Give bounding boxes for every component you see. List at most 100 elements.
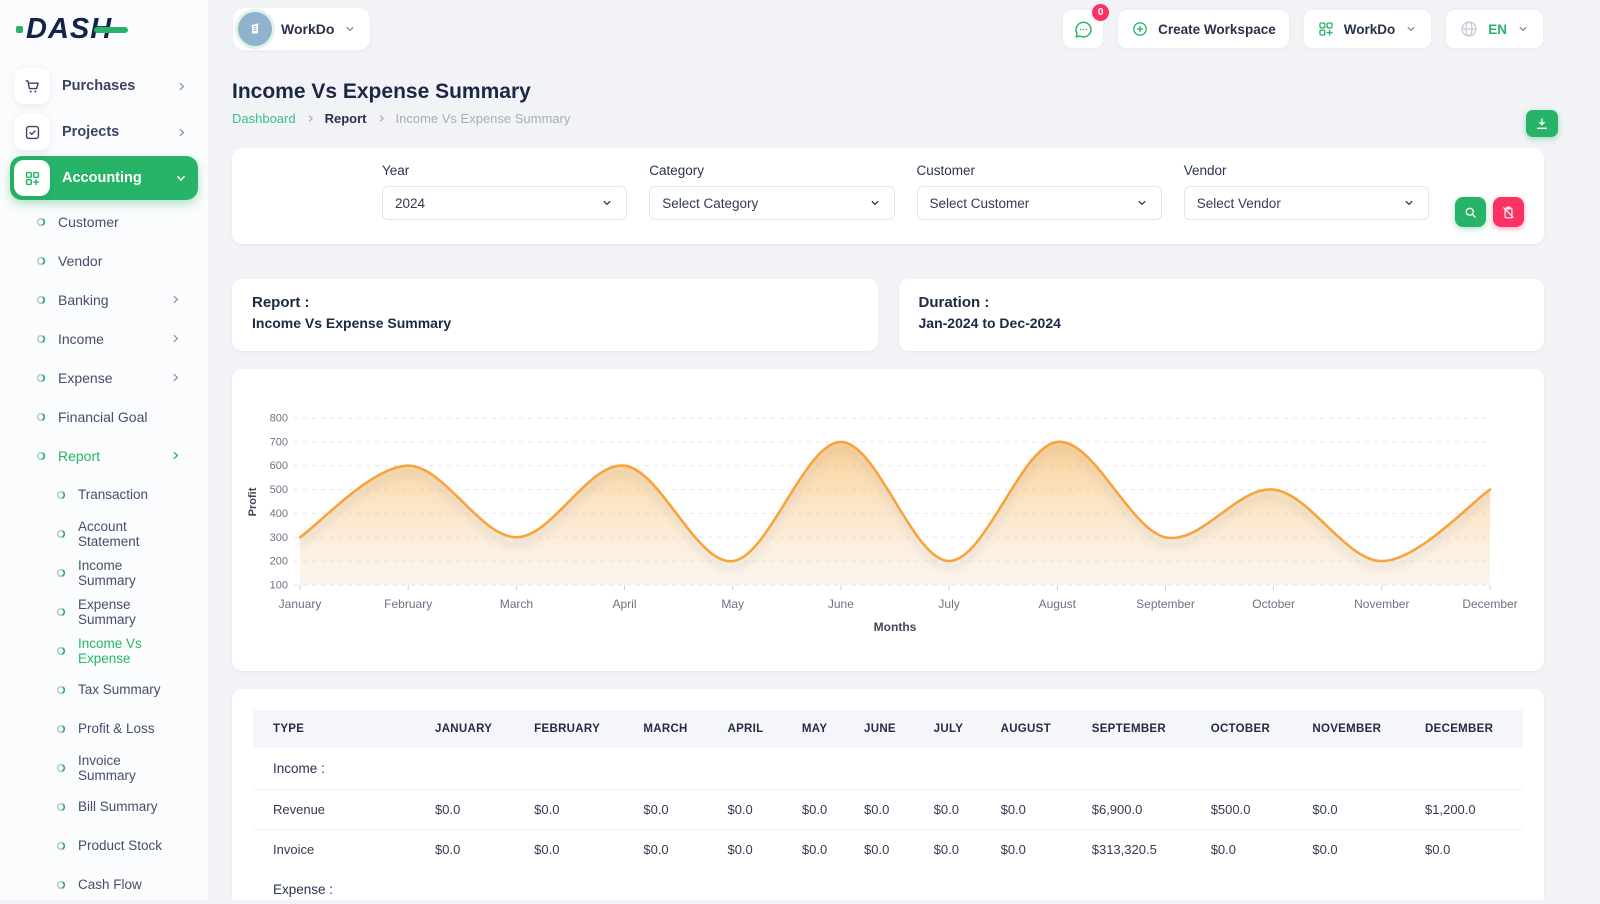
svg-text:April: April xyxy=(612,597,636,611)
row-type-cell: Invoice xyxy=(253,830,421,870)
chevron-right-icon xyxy=(169,449,182,462)
app-logo[interactable]: DASH xyxy=(0,0,208,58)
sidebar-item-label: Expense Summary xyxy=(78,597,182,627)
table-section-row-income: Income : xyxy=(253,748,1523,790)
plus-circle-icon xyxy=(1131,20,1149,38)
svg-text:Profit: Profit xyxy=(247,487,259,516)
breadcrumb-income-vs-expense-summary: Income Vs Expense Summary xyxy=(396,111,571,126)
language-selector[interactable]: EN xyxy=(1445,9,1544,49)
svg-text:100: 100 xyxy=(270,580,288,592)
sidebar-item-projects[interactable]: Projects xyxy=(10,110,198,154)
section-label: Income : xyxy=(253,748,1523,790)
income-vs-expense-chart: 800700600500400300200100 JanuaryFebruary… xyxy=(232,369,1544,671)
svg-text:800: 800 xyxy=(270,413,288,425)
cart-icon xyxy=(14,68,50,104)
chevron-down-icon xyxy=(343,22,357,36)
sidebar-item-bill-summary[interactable]: Bill Summary xyxy=(10,787,198,826)
chevron-right-icon xyxy=(169,371,182,384)
sidebar-item-financial-goal[interactable]: Financial Goal xyxy=(10,397,198,436)
value-cell: $0.0 xyxy=(920,790,987,830)
svg-text:March: March xyxy=(500,597,533,611)
svg-text:Months: Months xyxy=(874,620,917,634)
circle-bullet-icon xyxy=(56,685,66,695)
sidebar-item-profit-loss[interactable]: Profit & Loss xyxy=(10,709,198,748)
globe-icon xyxy=(1459,19,1479,39)
sidebar-item-transaction[interactable]: Transaction xyxy=(10,475,198,514)
sidebar-item-expense-summary[interactable]: Expense Summary xyxy=(10,592,198,631)
sidebar-item-account-statement[interactable]: Account Statement xyxy=(10,514,198,553)
circle-bullet-icon xyxy=(56,880,66,890)
category-select[interactable]: Select Category xyxy=(649,186,894,220)
check-square-icon xyxy=(14,114,50,150)
sidebar-item-label: Expense xyxy=(58,370,169,386)
value-cell: $0.0 xyxy=(713,830,787,870)
sidebar-item-tax-summary[interactable]: Tax Summary xyxy=(10,670,198,709)
svg-text:200: 200 xyxy=(270,556,288,568)
value-cell: $0.0 xyxy=(788,790,850,830)
filter-category: Category Select Category xyxy=(649,163,894,229)
create-workspace-label: Create Workspace xyxy=(1158,22,1276,37)
sidebar-item-purchases[interactable]: Purchases xyxy=(10,64,198,108)
chevron-right-icon xyxy=(169,332,182,345)
chevron-down-icon xyxy=(1404,22,1418,36)
sidebar-item-accounting[interactable]: Accounting xyxy=(10,156,198,200)
table-header-row: TYPEJANUARYFEBRUARYMARCHAPRILMAYJUNEJULY… xyxy=(253,710,1523,748)
sidebar-item-vendor[interactable]: Vendor xyxy=(10,241,198,280)
row-type-cell: Revenue xyxy=(253,790,421,830)
circle-bullet-icon xyxy=(56,802,66,812)
sidebar-item-label: Projects xyxy=(62,124,175,140)
apply-filter-button[interactable] xyxy=(1455,197,1486,227)
create-workspace-button[interactable]: Create Workspace xyxy=(1117,9,1290,49)
column-header-december: DECEMBER xyxy=(1411,710,1523,748)
sidebar-item-income[interactable]: Income xyxy=(10,319,198,358)
workspace-avatar xyxy=(238,12,272,46)
messages-button[interactable]: 0 xyxy=(1062,9,1104,49)
sidebar-item-invoice-summary[interactable]: Invoice Summary xyxy=(10,748,198,787)
customer-label: Customer xyxy=(917,163,1162,178)
value-cell: $0.0 xyxy=(520,830,629,870)
value-cell: $313,320.5 xyxy=(1078,830,1197,870)
report-value: Income Vs Expense Summary xyxy=(252,315,858,331)
table-row-revenue: Revenue$0.0$0.0$0.0$0.0$0.0$0.0$0.0$0.0$… xyxy=(253,790,1523,830)
vendor-select[interactable]: Select Vendor xyxy=(1184,186,1429,220)
value-cell: $0.0 xyxy=(1298,790,1411,830)
svg-text:500: 500 xyxy=(270,484,288,496)
circle-bullet-icon xyxy=(36,451,46,461)
sidebar-item-expense[interactable]: Expense xyxy=(10,358,198,397)
sidebar-item-label: Bill Summary xyxy=(78,799,182,814)
year-select[interactable]: 2024 xyxy=(382,186,627,220)
download-button[interactable] xyxy=(1526,110,1558,137)
circle-bullet-icon xyxy=(56,607,66,617)
svg-text:June: June xyxy=(828,597,854,611)
sidebar: DASH Purchases Projects AccountingCustomer… xyxy=(0,0,208,900)
circle-bullet-icon xyxy=(56,490,66,500)
breadcrumb-dashboard[interactable]: Dashboard xyxy=(232,111,296,126)
workspace-switcher[interactable]: WorkDo xyxy=(232,7,371,51)
sidebar-item-product-stock[interactable]: Product Stock xyxy=(10,826,198,865)
sidebar-item-label: Tax Summary xyxy=(78,682,182,697)
value-cell: $0.0 xyxy=(1411,830,1523,870)
sidebar-item-label: Profit & Loss xyxy=(78,721,182,736)
duration-value: Jan-2024 to Dec-2024 xyxy=(919,315,1525,331)
sidebar-item-label: Income xyxy=(58,331,169,347)
table-section-row-expense: Expense : xyxy=(253,869,1523,900)
filter-year: Year 2024 xyxy=(382,163,627,229)
svg-text:400: 400 xyxy=(270,508,288,520)
value-cell: $0.0 xyxy=(421,790,520,830)
column-header-august: AUGUST xyxy=(987,710,1078,748)
customer-select[interactable]: Select Customer xyxy=(917,186,1162,220)
reset-filter-button[interactable] xyxy=(1493,197,1524,227)
sidebar-item-cash-flow[interactable]: Cash Flow xyxy=(10,865,198,904)
sidebar-item-banking[interactable]: Banking xyxy=(10,280,198,319)
notification-badge: 0 xyxy=(1092,4,1109,21)
app-menu-button[interactable]: WorkDo xyxy=(1303,9,1433,49)
sidebar-item-label: Income Vs Expense xyxy=(78,636,182,666)
sidebar-item-label: Product Stock xyxy=(78,838,182,853)
grid-icon xyxy=(14,160,50,196)
sidebar-item-customer[interactable]: Customer xyxy=(10,202,198,241)
column-header-february: FEBRUARY xyxy=(520,710,629,748)
sidebar-item-report[interactable]: Report xyxy=(10,436,198,475)
sidebar-item-income-summary[interactable]: Income Summary xyxy=(10,553,198,592)
sidebar-item-income-vs-expense[interactable]: Income Vs Expense xyxy=(10,631,198,670)
breadcrumb-report[interactable]: Report xyxy=(325,111,367,126)
